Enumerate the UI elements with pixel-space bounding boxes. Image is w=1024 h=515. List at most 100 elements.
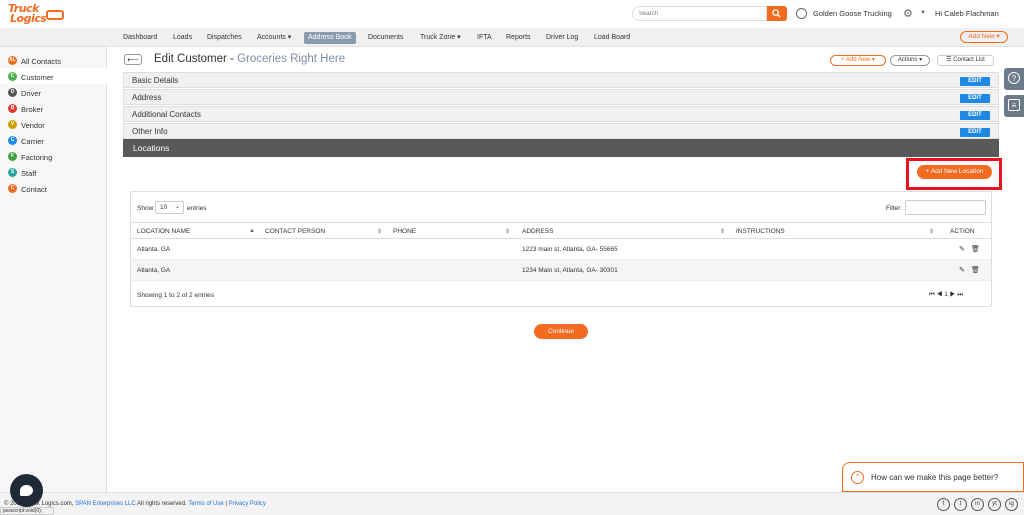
footer: © 2019 Truck Logics.com, SPAN Enterprise…: [0, 492, 1024, 515]
nav-truck-zone[interactable]: Truck Zone ▾: [416, 32, 465, 44]
nav-documents[interactable]: Documents: [364, 32, 407, 44]
truck-logics-logo[interactable]: Truck Logics: [6, 2, 64, 26]
span-link[interactable]: SPAN Enterprises LLC: [75, 501, 136, 507]
add-new-button[interactable]: + Add New ▾: [830, 55, 886, 66]
terms-link[interactable]: Terms of Use: [188, 501, 223, 507]
edit-button[interactable]: EDIT: [960, 111, 990, 120]
sidebar-item-label: Driver: [21, 89, 41, 98]
add-new-location-button[interactable]: + Add New Location: [917, 165, 992, 179]
actions-button[interactable]: Actions ▾: [890, 55, 930, 66]
edit-button[interactable]: EDIT: [960, 77, 990, 86]
col-phone[interactable]: PHONE: [393, 228, 416, 235]
sort-asc-icon[interactable]: ▲: [249, 228, 255, 234]
sidebar-item-driver[interactable]: D Driver: [0, 84, 107, 100]
sidebar-item-staff[interactable]: S Staff: [0, 164, 107, 180]
nav-reports[interactable]: Reports: [502, 32, 535, 44]
notes-tab[interactable]: ≡: [1004, 95, 1024, 117]
feedback-widget[interactable]: ⌃ How can we make this page better?: [842, 462, 1024, 492]
sort-icon[interactable]: ⇕: [377, 228, 382, 235]
sidebar-item-carrier[interactable]: C Carrier: [0, 132, 107, 148]
youtube-icon[interactable]: yt: [988, 498, 1001, 511]
sidebar-item-vendor[interactable]: V Vendor: [0, 116, 107, 132]
filter-input[interactable]: [905, 200, 986, 215]
facebook-icon[interactable]: f: [937, 498, 950, 511]
status-bar: javascript:void(0);: [0, 507, 54, 515]
edit-button[interactable]: EDIT: [960, 94, 990, 103]
section-label: Additional Contacts: [132, 110, 201, 119]
gear-icon[interactable]: ⚙: [903, 7, 913, 20]
sort-icon[interactable]: ⇕: [929, 228, 934, 235]
nav-loads[interactable]: Loads: [169, 32, 196, 44]
twitter-icon[interactable]: t: [954, 498, 967, 511]
user-greeting[interactable]: Hi Caleb Flachman: [935, 9, 999, 18]
section-label: Basic Details: [132, 76, 179, 85]
linkedin-icon[interactable]: in: [971, 498, 984, 511]
sort-icon[interactable]: ⇕: [720, 228, 725, 235]
filter-label: Filter:: [886, 205, 903, 212]
sidebar-item-label: Contact: [21, 185, 47, 194]
col-contact-person[interactable]: CONTACT PERSON: [265, 228, 325, 235]
entries-select[interactable]: 10 ⌄: [155, 201, 184, 214]
sidebar-item-factoring[interactable]: F Factoring: [0, 148, 107, 164]
table-row: Atlanta, GA 1223 main st, Atlanta, GA- 5…: [131, 239, 991, 260]
company-name[interactable]: Golden Goose Trucking: [813, 9, 892, 18]
nav-ifta[interactable]: IFTA: [473, 32, 496, 44]
factoring-icon: F: [8, 152, 17, 161]
entries-select-value: 10: [160, 204, 168, 211]
section-label: Other Info: [132, 127, 168, 136]
col-instructions[interactable]: INSTRUCTIONS: [736, 228, 785, 235]
nav-dispatches[interactable]: Dispatches: [203, 32, 246, 44]
contacts-sidebar: AL All Contacts C Customer D Driver B Br…: [0, 47, 107, 492]
cell-address: 1234 Main st, Atlanta, GA- 30301: [522, 267, 618, 274]
chat-button[interactable]: [10, 474, 43, 507]
nav-dashboard[interactable]: Dashboard: [119, 32, 161, 44]
table-info: Showing 1 to 2 of 2 entries: [137, 292, 214, 299]
section-additional-contacts[interactable]: Additional Contacts EDIT: [123, 106, 999, 122]
privacy-link[interactable]: Privacy Policy: [229, 501, 266, 507]
edit-button[interactable]: EDIT: [960, 128, 990, 137]
help-tab[interactable]: ?: [1004, 68, 1024, 90]
vendor-icon: V: [8, 120, 17, 129]
back-button[interactable]: ⟵: [124, 54, 142, 65]
search-button[interactable]: [767, 6, 787, 21]
search-icon: [772, 9, 781, 18]
sidebar-item-customer[interactable]: C Customer: [0, 68, 107, 84]
sort-icon[interactable]: ⇕: [505, 228, 510, 235]
search-input[interactable]: [632, 6, 767, 21]
carrier-icon: C: [8, 136, 17, 145]
sidebar-item-contact[interactable]: C Contact: [0, 180, 107, 196]
show-label: Show: [137, 205, 154, 212]
section-basic-details[interactable]: Basic Details EDIT: [123, 72, 999, 88]
all-contacts-icon: AL: [8, 56, 17, 65]
sidebar-item-broker[interactable]: B Broker: [0, 100, 107, 116]
section-label: Locations: [133, 143, 170, 153]
instagram-icon[interactable]: ig: [1005, 498, 1018, 511]
trash-icon[interactable]: 🗑: [971, 266, 980, 274]
nav-driver-log[interactable]: Driver Log: [542, 32, 582, 44]
truck-icon: [46, 10, 64, 20]
trash-icon[interactable]: 🗑: [971, 245, 980, 253]
driver-icon: D: [8, 88, 17, 97]
continue-button[interactable]: Continue: [534, 324, 588, 339]
contact-list-button[interactable]: ☰ Contact List: [937, 55, 994, 66]
table-row: Atlanta, GA 1234 Main st, Atlanta, GA- 3…: [131, 260, 991, 281]
sidebar-item-all-contacts[interactable]: AL All Contacts: [0, 52, 107, 68]
broker-icon: B: [8, 104, 17, 113]
col-location-name[interactable]: LOCATION NAME: [137, 228, 190, 235]
pencil-icon[interactable]: ✎: [959, 266, 965, 274]
col-address[interactable]: ADDRESS: [522, 228, 553, 235]
nav-address-book[interactable]: Address Book: [304, 32, 356, 44]
page-title: Edit Customer - Groceries Right Here: [154, 53, 345, 65]
chat-icon: [20, 485, 33, 496]
cell-address: 1223 main st, Atlanta, GA- 55665: [522, 246, 618, 253]
nav-accounts[interactable]: Accounts ▾: [253, 32, 295, 44]
pencil-icon[interactable]: ✎: [959, 245, 965, 253]
customer-icon: C: [8, 72, 17, 81]
add-new-dropdown[interactable]: Add New ▾: [960, 31, 1008, 43]
section-other-info[interactable]: Other Info EDIT: [123, 123, 999, 139]
section-address[interactable]: Address EDIT: [123, 89, 999, 105]
chevron-down-icon[interactable]: ▼: [920, 10, 926, 16]
nav-load-board[interactable]: Load Board: [590, 32, 634, 44]
pagination[interactable]: ⏮ ◀ 1 ▶ ⏭: [929, 291, 963, 299]
company-icon: [796, 8, 807, 19]
